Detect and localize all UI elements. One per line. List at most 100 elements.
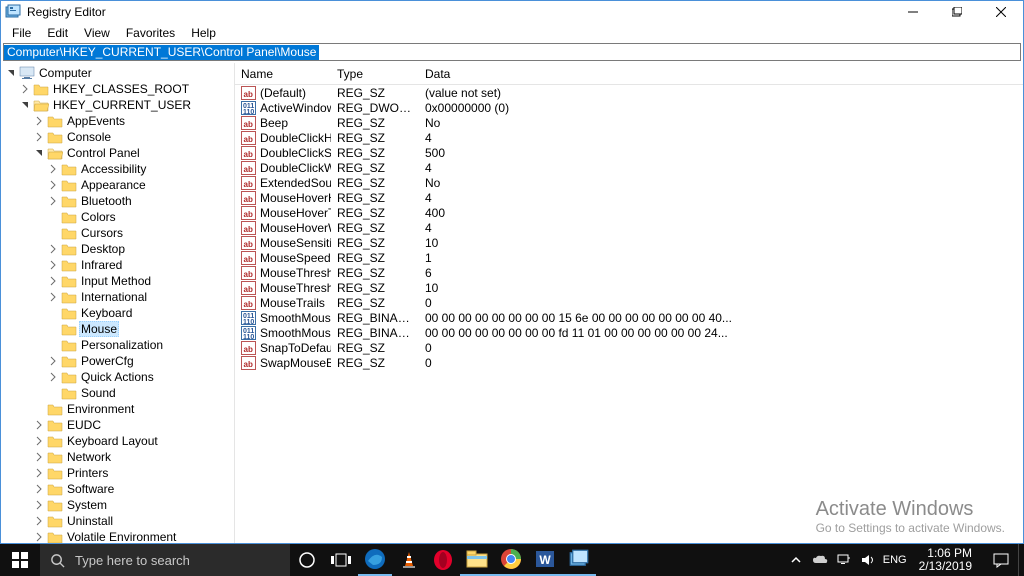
tree-item-label[interactable]: Keyboard Layout [65,434,160,448]
tree-item[interactable]: EUDC [29,417,234,433]
taskbar-search[interactable]: Type here to search [40,544,290,576]
minimize-button[interactable] [891,1,935,23]
tree-collapse-icon[interactable] [19,99,31,111]
value-row[interactable]: abMouseTrailsREG_SZ0 [235,295,1023,310]
menu-file[interactable]: File [5,24,38,42]
tree-item-label[interactable]: HKEY_CLASSES_ROOT [51,82,191,96]
tree-item-label[interactable]: Mouse [79,321,119,337]
show-desktop-button[interactable] [1018,544,1024,576]
tree-item[interactable]: Volatile Environment [29,529,234,543]
tree-expand-icon[interactable] [47,179,59,191]
tray-network-icon[interactable] [835,554,853,566]
tree-item-label[interactable]: Printers [65,466,110,480]
tree-item[interactable]: Software [29,481,234,497]
tree-expand-icon[interactable] [33,451,45,463]
taskbar-app-vlc[interactable] [392,544,426,576]
action-center-button[interactable] [984,552,1018,568]
tree-item[interactable]: HKEY_CLASSES_ROOT [15,81,234,97]
tree-item[interactable]: Mouse [43,321,234,337]
tree-item-label[interactable]: Network [65,450,113,464]
tray-clock[interactable]: 1:06 PM 2/13/2019 [913,547,978,573]
tree-item[interactable]: Input Method [43,273,234,289]
tree-expand-icon[interactable] [33,115,45,127]
tree-item-label[interactable]: Cursors [79,226,125,240]
tree-item-label[interactable]: International [79,290,149,304]
tree-expand-icon[interactable] [47,355,59,367]
value-row[interactable]: abMouseThreshold2REG_SZ10 [235,280,1023,295]
value-row[interactable]: 011110SmoothMouseY...REG_BINARY00 00 00 … [235,325,1023,340]
tree-expand-icon[interactable] [47,291,59,303]
menu-view[interactable]: View [77,24,117,42]
tree-item-label[interactable]: System [65,498,109,512]
value-row[interactable]: ab(Default)REG_SZ(value not set) [235,85,1023,100]
tree-expand-icon[interactable] [33,419,45,431]
value-row[interactable]: abMouseHoverWi...REG_SZ4 [235,220,1023,235]
tree-item-label[interactable]: Sound [79,386,118,400]
value-row[interactable]: abSwapMouseButt...REG_SZ0 [235,355,1023,370]
tree-item-label[interactable]: Infrared [79,258,124,272]
tree-item[interactable]: System [29,497,234,513]
tree-item-label[interactable]: Keyboard [79,306,134,320]
start-button[interactable] [0,544,40,576]
taskbar-app-regedit[interactable] [562,544,596,576]
value-row[interactable]: abSnapToDefaultB...REG_SZ0 [235,340,1023,355]
tray-volume-icon[interactable] [859,554,877,566]
tree-expand-icon[interactable] [47,163,59,175]
tree-pane[interactable]: ComputerHKEY_CLASSES_ROOTHKEY_CURRENT_US… [1,63,235,543]
tree-item-label[interactable]: Personalization [79,338,165,352]
value-row[interactable]: abDoubleClickSpeedREG_SZ500 [235,145,1023,160]
value-row[interactable]: abMouseSensitivityREG_SZ10 [235,235,1023,250]
tree-expand-icon[interactable] [47,243,59,255]
tree-item-label[interactable]: Colors [79,210,118,224]
taskbar-app-explorer[interactable] [460,544,494,576]
value-row[interactable]: abMouseThreshold1REG_SZ6 [235,265,1023,280]
tree-item-label[interactable]: Volatile Environment [65,530,178,543]
value-row[interactable]: abDoubleClickWidthREG_SZ4 [235,160,1023,175]
menu-edit[interactable]: Edit [40,24,75,42]
tree-item[interactable]: International [43,289,234,305]
tree-item-label[interactable]: Environment [65,402,136,416]
value-row[interactable]: 011110SmoothMouseX...REG_BINARY00 00 00 … [235,310,1023,325]
tree-expand-icon[interactable] [47,259,59,271]
taskbar-app-opera[interactable] [426,544,460,576]
tray-overflow-icon[interactable] [787,555,805,565]
value-row[interactable]: abMouseSpeedREG_SZ1 [235,250,1023,265]
cortana-icon[interactable] [290,544,324,576]
tree-item[interactable]: Printers [29,465,234,481]
value-row[interactable]: 011110ActiveWindowTr...REG_DWORD0x000000… [235,100,1023,115]
taskbar-app-chrome[interactable] [494,544,528,576]
menu-favorites[interactable]: Favorites [119,24,182,42]
tree-item-label[interactable]: Console [65,130,113,144]
tree-item-label[interactable]: HKEY_CURRENT_USER [51,98,193,112]
tree-item[interactable]: PowerCfg [43,353,234,369]
taskbar-app-edge[interactable] [358,544,392,576]
tree-item[interactable]: Bluetooth [43,193,234,209]
value-row[interactable]: abMouseHoverTimeREG_SZ400 [235,205,1023,220]
tree-item-label[interactable]: Appearance [79,178,148,192]
value-row[interactable]: abMouseHoverHei...REG_SZ4 [235,190,1023,205]
value-row[interactable]: abDoubleClickHei...REG_SZ4 [235,130,1023,145]
tree-item[interactable]: Quick Actions [43,369,234,385]
tree-item-label[interactable]: Quick Actions [79,370,156,384]
tree-item-label[interactable]: PowerCfg [79,354,136,368]
taskview-icon[interactable] [324,544,358,576]
tree-item[interactable]: HKEY_CURRENT_USER [15,97,234,113]
tree-expand-icon[interactable] [33,499,45,511]
tree-item[interactable]: Network [29,449,234,465]
tree-expand-icon[interactable] [47,275,59,287]
tree-item[interactable]: Cursors [43,225,234,241]
tree-expand-icon[interactable] [33,483,45,495]
tree-item-label[interactable]: Accessibility [79,162,148,176]
tree-item-label[interactable]: EUDC [65,418,103,432]
col-header-type[interactable]: Type [331,63,419,84]
tree-item[interactable]: Colors [43,209,234,225]
tree-item-label[interactable]: Input Method [79,274,153,288]
tree-item[interactable]: Desktop [43,241,234,257]
tree-collapse-icon[interactable] [5,67,17,79]
tree-item-label[interactable]: Desktop [79,242,127,256]
tree-expand-icon[interactable] [33,131,45,143]
tree-item[interactable]: AppEvents [29,113,234,129]
value-row[interactable]: abExtendedSoundsREG_SZNo [235,175,1023,190]
tree-item[interactable]: Accessibility [43,161,234,177]
col-header-data[interactable]: Data [419,63,1023,84]
